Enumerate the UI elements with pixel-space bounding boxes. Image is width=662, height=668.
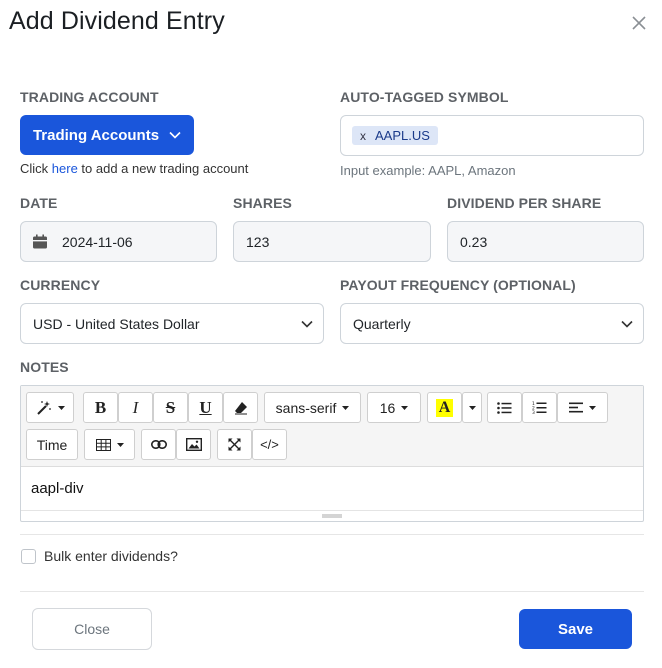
add-dividend-modal: Add Dividend Entry TRADING ACCOUNT Tradi… — [0, 0, 662, 668]
shares-value: 123 — [246, 233, 270, 250]
code-view-button[interactable]: </> — [252, 429, 287, 460]
caret-down-icon — [589, 405, 596, 410]
currency-label: CURRENCY — [20, 277, 101, 293]
font-size-dropdown[interactable]: 16 — [367, 392, 421, 423]
add-account-helper: Click here to add a new trading account — [20, 161, 248, 176]
grip-icon — [322, 514, 342, 518]
chevron-down-icon — [169, 131, 181, 139]
bulk-enter-label: Bulk enter dividends? — [44, 548, 178, 564]
trading-accounts-button-label: Trading Accounts — [32, 126, 160, 144]
color-dropdown-button[interactable] — [462, 392, 482, 423]
caret-down-icon — [468, 405, 476, 410]
insert-link-button[interactable] — [141, 429, 176, 460]
link-icon — [150, 440, 167, 449]
trading-accounts-dropdown[interactable]: Trading Accounts — [20, 115, 194, 155]
save-button[interactable]: Save — [519, 609, 632, 649]
code-view-icon: </> — [260, 437, 279, 452]
font-family-value: sans-serif — [275, 399, 337, 416]
style-button[interactable] — [26, 392, 74, 423]
date-value: 2024-11-06 — [62, 233, 133, 250]
bulleted-list-button[interactable] — [487, 392, 522, 423]
date-input[interactable]: 2024-11-06 — [20, 221, 217, 262]
bold-button[interactable]: B — [83, 392, 118, 423]
chevron-down-icon — [621, 320, 633, 328]
shares-label: SHARES — [233, 195, 292, 211]
symbol-input[interactable]: x AAPL.US — [340, 115, 644, 156]
magic-wand-icon — [36, 400, 51, 415]
helper-suffix: to add a new trading account — [77, 161, 249, 176]
fullscreen-button[interactable] — [217, 429, 252, 460]
close-icon[interactable] — [628, 12, 650, 34]
dividend-per-share-input[interactable]: 0.23 — [447, 221, 644, 262]
symbol-example: Input example: AAPL, Amazon — [340, 163, 516, 178]
caret-down-icon — [116, 442, 124, 447]
close-button[interactable]: Close — [32, 608, 152, 650]
symbol-tag: x AAPL.US — [352, 126, 438, 145]
insert-time-button[interactable]: Time — [26, 429, 78, 460]
remove-tag-icon[interactable]: x — [360, 129, 366, 143]
dps-value: 0.23 — [460, 233, 488, 250]
italic-button[interactable]: I — [118, 392, 153, 423]
add-account-link[interactable]: here — [52, 161, 78, 176]
currency-select[interactable]: USD - United States Dollar — [20, 303, 324, 344]
editor-resize-handle[interactable] — [21, 510, 643, 522]
symbol-tag-label: AAPL.US — [375, 128, 430, 143]
payout-frequency-select[interactable]: Quarterly — [340, 303, 644, 344]
helper-prefix: Click — [20, 161, 52, 176]
font-family-dropdown[interactable]: sans-serif — [264, 392, 361, 423]
symbol-label: AUTO-TAGGED SYMBOL — [340, 89, 509, 105]
time-label: Time — [36, 436, 68, 453]
highlight-icon: A — [435, 398, 454, 417]
svg-text:3: 3 — [532, 410, 535, 414]
divider — [20, 534, 644, 535]
date-label: DATE — [20, 195, 58, 211]
table-dropdown[interactable] — [84, 429, 135, 460]
currency-value: USD - United States Dollar — [33, 315, 200, 332]
clear-format-button[interactable] — [223, 392, 258, 423]
bulk-enter-checkbox[interactable] — [21, 549, 36, 564]
dps-label: DIVIDEND PER SHARE — [447, 195, 602, 211]
caret-down-icon — [57, 405, 65, 410]
caret-down-icon — [342, 405, 350, 410]
caret-down-icon — [401, 405, 409, 410]
frequency-value: Quarterly — [353, 315, 411, 332]
shares-input[interactable]: 123 — [233, 221, 431, 262]
notes-content[interactable]: aapl-div — [31, 480, 84, 497]
numbered-list-icon: 123 — [532, 401, 547, 414]
picture-icon — [185, 438, 202, 451]
expand-icon — [228, 438, 241, 451]
bulleted-list-icon — [497, 401, 512, 414]
strikethrough-button[interactable]: S — [153, 392, 188, 423]
numbered-list-button[interactable]: 123 — [522, 392, 557, 423]
chevron-down-icon — [301, 320, 313, 328]
calendar-icon — [33, 234, 47, 248]
frequency-label: PAYOUT FREQUENCY (OPTIONAL) — [340, 277, 576, 293]
eraser-icon — [234, 401, 247, 414]
notes-label: NOTES — [20, 359, 69, 375]
highlight-color-button[interactable]: A — [427, 392, 462, 423]
modal-title: Add Dividend Entry — [9, 7, 225, 35]
font-size-value: 16 — [379, 399, 396, 416]
notes-editor: B I S U sans-serif 16 A 1 2 3 Time </> a… — [20, 385, 644, 522]
footer-divider — [20, 591, 644, 592]
table-icon — [95, 438, 111, 451]
trading-account-label: TRADING ACCOUNT — [20, 89, 159, 105]
underline-button[interactable]: U — [188, 392, 223, 423]
paragraph-align-dropdown[interactable] — [557, 392, 608, 423]
insert-picture-button[interactable] — [176, 429, 211, 460]
align-left-icon — [569, 402, 583, 413]
editor-toolbar: B I S U sans-serif 16 A 1 2 3 Time </> — [21, 386, 643, 467]
